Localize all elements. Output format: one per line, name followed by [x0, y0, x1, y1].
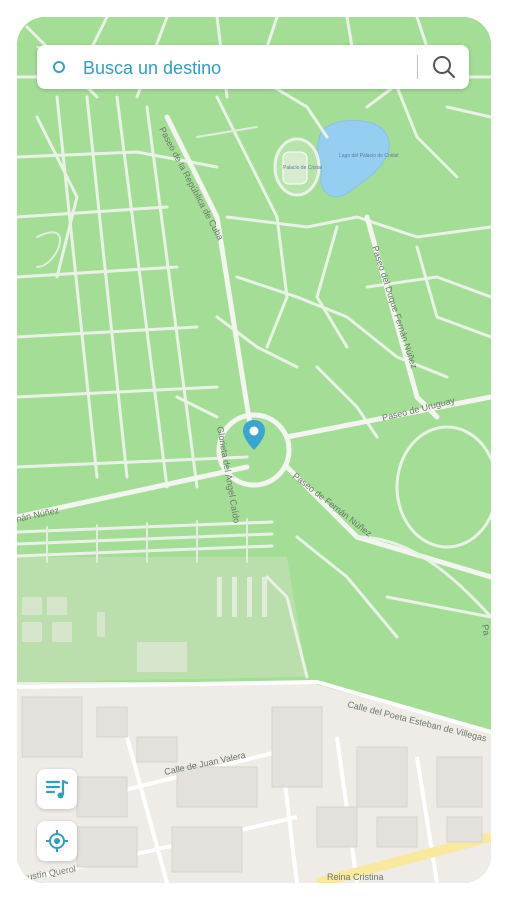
search-divider: [417, 55, 418, 79]
search-icon: [433, 56, 456, 79]
location-pin-icon[interactable]: [242, 419, 266, 451]
locate-icon: [46, 830, 68, 852]
playlist-button[interactable]: [37, 769, 77, 809]
map-view[interactable]: Paseo de la República de Cuba Palacio de…: [17, 17, 491, 883]
search-button[interactable]: [429, 52, 459, 82]
locate-button[interactable]: [37, 821, 77, 861]
playlist-icon: [45, 779, 69, 799]
search-bar: [37, 45, 469, 89]
search-input[interactable]: [81, 56, 405, 80]
origin-dot-icon: [53, 61, 65, 73]
